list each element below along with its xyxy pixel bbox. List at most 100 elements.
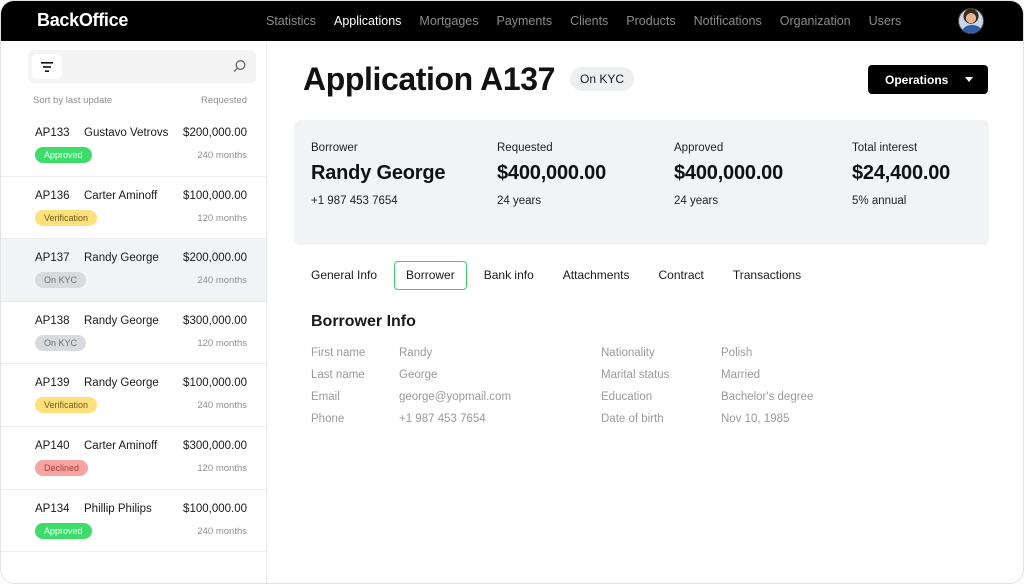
summary-subtext: 5% annual (852, 195, 907, 207)
app-window: BackOffice Statistics Applications Mortg… (0, 0, 1024, 584)
status-badge: On KYC (570, 67, 635, 91)
loan-term: 240 months (197, 150, 247, 161)
application-list-item[interactable]: AP138 Randy George $300,000.00 On KYC 120 mo… (1, 302, 266, 365)
borrower-name: Carter Aminoff (84, 439, 158, 452)
info-label: Nationality (601, 347, 655, 359)
application-id: AP138 (35, 314, 70, 327)
info-row: First name Randy Nationality Polish (311, 347, 911, 369)
application-id: AP134 (35, 502, 70, 515)
requested-column-label: Requested (201, 95, 247, 106)
application-list-item[interactable]: AP139 Randy George $100,000.00 Verification… (1, 364, 266, 427)
main-nav: Statistics Applications Mortgages Paymen… (266, 1, 919, 41)
summary-value: Randy George (311, 162, 446, 184)
info-row: Last name George Marital status Married (311, 369, 911, 391)
requested-amount: $100,000.00 (183, 502, 247, 515)
borrower-name: Randy George (84, 377, 159, 390)
filter-button[interactable] (32, 54, 62, 79)
summary-label: Requested (497, 142, 553, 154)
borrower-name: Gustavo Vetrovs (84, 127, 169, 139)
nav-item-organization[interactable]: Organization (780, 14, 851, 28)
section-title: Borrower Info (311, 313, 416, 330)
status-badge: Declined (35, 459, 89, 476)
nav-item-products[interactable]: Products (626, 14, 675, 28)
tab-borrower[interactable]: Borrower (394, 261, 467, 290)
top-navbar: BackOffice Statistics Applications Mortg… (1, 1, 1023, 41)
application-list-item[interactable]: AP136 Carter Aminoff $100,000.00 Verificati… (1, 177, 266, 240)
summary-column: Requested $400,000.00 24 years (497, 142, 606, 207)
loan-term: 240 months (197, 275, 247, 287)
summary-column: Total interest $24,400.00 5% annual (852, 142, 950, 207)
loan-term: 120 months (197, 212, 247, 224)
app-logo[interactable]: BackOffice (37, 10, 128, 31)
info-label: Last name (311, 369, 365, 381)
borrower-name: Phillip Philips (84, 502, 152, 515)
application-id: AP136 (35, 189, 70, 202)
loan-term: 120 months (197, 462, 247, 474)
status-badge: Verification (35, 209, 98, 226)
requested-amount: $300,000.00 (183, 439, 247, 452)
nav-item-applications[interactable]: Applications (334, 14, 401, 28)
borrower-name: Carter Aminoff (84, 189, 158, 202)
application-list-item[interactable]: AP137 Randy George $200,000.00 On KYC 240 mo… (1, 239, 266, 302)
info-value: Married (721, 369, 760, 381)
info-label: Email (311, 391, 340, 403)
caret-down-icon (965, 77, 973, 82)
tab-contract[interactable]: Contract (646, 261, 715, 290)
info-value: Bachelor's degree (721, 391, 814, 403)
status-badge: Approved (35, 147, 92, 163)
summary-subtext: 24 years (674, 195, 719, 207)
status-badge: Verification (35, 397, 98, 414)
info-row: Phone +1 987 453 7654 Date of birth Nov 10,… (311, 413, 911, 435)
summary-label: Total interest (852, 142, 918, 154)
search-bar (28, 50, 256, 83)
application-id: AP139 (35, 377, 70, 390)
status-badge: On KYC (35, 272, 87, 289)
application-list: AP133 Gustavo Vetrovs $200,000.00 Approved 2… (1, 114, 266, 553)
tab-transactions[interactable]: Transactions (721, 261, 813, 290)
filter-icon (41, 61, 53, 72)
loan-term: 240 months (197, 400, 247, 412)
search-icon[interactable] (233, 59, 247, 73)
tab-general-info[interactable]: General Info (299, 261, 389, 290)
application-list-item[interactable]: AP134 Phillip Philips $100,000.00 Approved 2… (1, 490, 266, 553)
summary-subtext: +1 987 453 7654 (311, 195, 398, 207)
summary-label: Approved (674, 142, 724, 154)
info-label: Date of birth (601, 413, 664, 425)
nav-item-statistics[interactable]: Statistics (266, 14, 316, 28)
info-value: +1 987 453 7654 (399, 413, 486, 425)
info-label: Education (601, 391, 653, 403)
summary-label: Borrower (311, 142, 358, 154)
requested-amount: $200,000.00 (183, 127, 247, 139)
requested-amount: $100,000.00 (183, 377, 247, 390)
status-badge: On KYC (35, 334, 87, 351)
requested-amount: $200,000.00 (183, 252, 247, 265)
tab-attachments[interactable]: Attachments (551, 261, 642, 290)
borrower-info-grid: First name Randy Nationality Polish Last nam… (311, 347, 911, 435)
info-label: Phone (311, 413, 345, 425)
application-list-item[interactable]: AP140 Carter Aminoff $300,000.00 Declined 12… (1, 427, 266, 490)
search-input[interactable] (68, 55, 218, 78)
nav-item-users[interactable]: Users (869, 14, 902, 28)
summary-subtext: 24 years (497, 195, 542, 207)
operations-button[interactable]: Operations (868, 65, 988, 94)
status-badge: Approved (35, 522, 92, 539)
loan-term: 120 months (197, 337, 247, 349)
info-value: Randy (399, 347, 433, 359)
operations-button-label: Operations (885, 72, 949, 87)
nav-item-payments[interactable]: Payments (496, 14, 552, 28)
summary-column: Borrower Randy George +1 987 453 7654 (311, 142, 446, 207)
sort-label[interactable]: Sort by last update (33, 95, 112, 106)
tab-bank-info[interactable]: Bank info (472, 261, 546, 290)
nav-item-notifications[interactable]: Notifications (694, 14, 762, 28)
application-list-item[interactable]: AP133 Gustavo Vetrovs $200,000.00 Approved 2… (1, 114, 266, 177)
summary-value: $24,400.00 (852, 162, 951, 184)
nav-item-clients[interactable]: Clients (570, 14, 608, 28)
summary-value: $400,000.00 (497, 162, 607, 184)
user-avatar[interactable] (958, 8, 984, 34)
info-label: First name (311, 347, 366, 359)
summary-value: $400,000.00 (674, 162, 784, 184)
application-id: AP140 (35, 439, 70, 452)
info-value: Nov 10, 1985 (721, 413, 790, 425)
nav-item-mortgages[interactable]: Mortgages (419, 14, 478, 28)
summary-card: Borrower Randy George +1 987 453 7654 Reque… (294, 120, 989, 245)
